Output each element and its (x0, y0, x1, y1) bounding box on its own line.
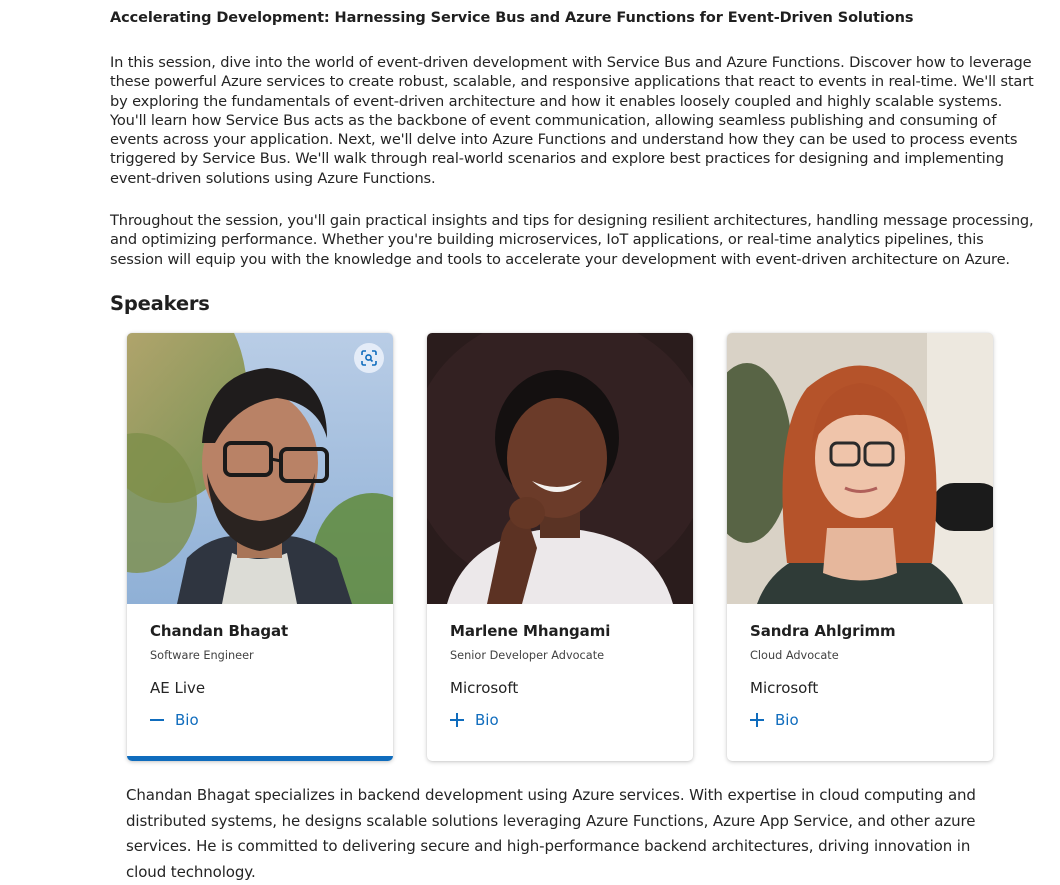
expanded-speaker-bio: Chandan Bhagat specializes in backend de… (126, 786, 976, 881)
minus-icon (150, 719, 164, 721)
speaker-company: Microsoft (450, 679, 519, 697)
speaker-role: Senior Developer Advocate (450, 649, 605, 662)
speaker-card-marlene-mhangami: Marlene Mhangami Senior Developer Advoca… (427, 333, 693, 761)
plus-icon (750, 713, 764, 727)
bio-label: Bio (175, 711, 199, 729)
plus-icon (450, 713, 464, 727)
speaker-name: Sandra Ahlgrimm (750, 622, 896, 640)
bio-label: Bio (775, 711, 799, 729)
speaker-company: Microsoft (750, 679, 819, 697)
bio-toggle-button[interactable]: Bio (749, 709, 799, 731)
speaker-name: Marlene Mhangami (450, 622, 611, 640)
speaker-role: Cloud Advocate (750, 649, 839, 662)
visual-search-icon (361, 350, 377, 366)
speakers-heading: Speakers (110, 292, 210, 315)
speaker-photo (427, 333, 693, 604)
expanded-indicator (127, 756, 393, 761)
bio-label: Bio (475, 711, 499, 729)
speaker-name: Chandan Bhagat (150, 622, 289, 640)
session-title: Accelerating Development: Harnessing Ser… (110, 10, 914, 26)
speaker-card-sandra-ahlgrimm: Sandra Ahlgrimm Cloud Advocate Microsoft… (727, 333, 993, 761)
session-description-paragraph-2: Throughout the session, you'll gain prac… (110, 212, 1034, 268)
speaker-photo (727, 333, 993, 604)
visual-search-button[interactable] (354, 343, 384, 373)
speaker-photo (127, 333, 393, 604)
bio-toggle-button[interactable]: Bio (149, 709, 199, 731)
speaker-role: Software Engineer (150, 649, 254, 662)
speaker-card-chandan-bhagat: Chandan Bhagat Software Engineer AE Live… (127, 333, 393, 761)
session-description-paragraph-1: In this session, dive into the world of … (110, 54, 1034, 187)
bio-toggle-button[interactable]: Bio (449, 709, 499, 731)
speaker-company: AE Live (150, 679, 206, 697)
